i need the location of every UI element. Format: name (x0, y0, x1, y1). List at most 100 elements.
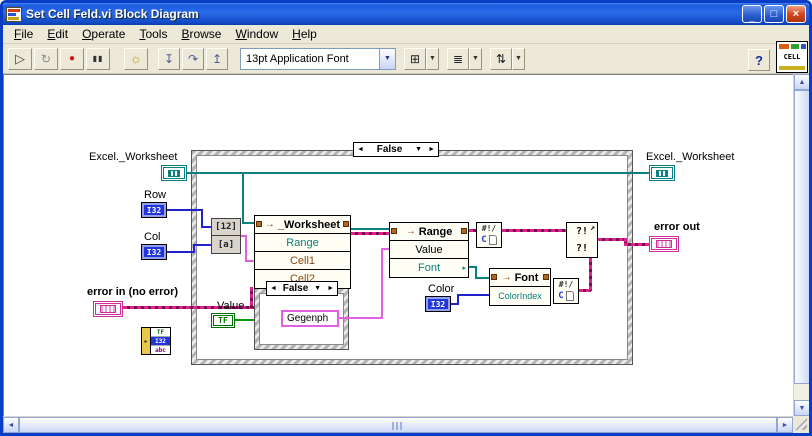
error-cluster-node[interactable]: ▸ TF I32 abc (141, 327, 171, 355)
font-selector-value[interactable]: 13pt Application Font (240, 47, 380, 70)
wire-value-boolean[interactable] (235, 319, 254, 321)
wire-error[interactable] (469, 229, 476, 232)
invoke-row-range[interactable]: Range (255, 234, 350, 252)
property-node-range[interactable]: → Range Value Font ▸ (389, 222, 469, 278)
font-selector-dropdown-icon[interactable]: ▼ (380, 47, 396, 70)
property-node-font[interactable]: → Font ColorIndex (489, 268, 551, 306)
titlebar[interactable]: Set Cell Feld.vi Block Diagram _ □ × (3, 3, 809, 25)
case-prev-icon[interactable]: ◄ (354, 146, 367, 153)
run-continuous-button[interactable]: ↻ (34, 47, 58, 70)
reorder-dropdown[interactable]: ⇅ ▼ (490, 47, 525, 70)
wire-value-string[interactable] (339, 317, 383, 319)
wire-color[interactable] (457, 294, 491, 296)
property-node-header[interactable]: → Range (390, 223, 468, 241)
scroll-left-button[interactable]: ◄ (3, 417, 19, 433)
maximize-button[interactable]: □ (764, 5, 784, 23)
step-out-button[interactable]: ↥ (206, 47, 228, 70)
wire-row[interactable] (167, 209, 203, 211)
property-row-colorindex[interactable]: ColorIndex (490, 287, 550, 305)
wire-error[interactable] (250, 287, 253, 309)
step-over-icon: ↷ (187, 51, 199, 66)
vertical-scrollbar-thumb[interactable] (794, 90, 809, 384)
property-node-header[interactable]: → Font (490, 269, 550, 287)
index-convert-node[interactable]: [12] [a] (211, 218, 241, 254)
menu-browse[interactable]: Browse (174, 25, 228, 43)
wire-color[interactable] (457, 295, 459, 305)
distribute-objects-button[interactable]: ≣ (447, 47, 469, 70)
font-selector[interactable]: 13pt Application Font ▼ (240, 47, 396, 70)
string-constant[interactable]: Gegenph (281, 310, 339, 327)
wire-col[interactable] (193, 244, 213, 246)
scroll-up-button[interactable]: ▲ (794, 74, 809, 90)
variant-convert-node[interactable]: #!/ C (476, 222, 502, 248)
case-next-icon[interactable]: ► (425, 146, 438, 153)
minimize-button[interactable]: _ (742, 5, 762, 23)
col-terminal[interactable]: I32 (141, 244, 167, 260)
horizontal-scrollbar[interactable]: ◄ ► (3, 416, 793, 433)
color-terminal[interactable]: I32 (425, 296, 451, 312)
property-row-value[interactable]: Value (390, 241, 468, 259)
wire-cell-string[interactable] (245, 235, 247, 262)
highlight-execution-button[interactable]: ☼ (124, 47, 148, 70)
reorder-dropdown-icon[interactable]: ▼ (512, 47, 525, 70)
vi-icon[interactable]: CELL (776, 41, 808, 73)
scroll-down-button[interactable]: ▼ (794, 400, 809, 416)
reorder-icon: ⇅ (495, 51, 507, 66)
invoke-node-worksheet[interactable]: → _Worksheet Range Cell1 Cell2 (254, 215, 351, 289)
wire-error[interactable] (589, 258, 592, 291)
block-diagram-canvas[interactable]: ◄ False ▼ ► ◄ False ▼ ► Excel._Worksheet… (3, 74, 793, 416)
vertical-scrollbar[interactable]: ▲ ▼ (793, 74, 809, 416)
align-objects-button[interactable]: ⊞ (404, 47, 426, 70)
wire-error[interactable] (351, 232, 389, 235)
align-dropdown-icon[interactable]: ▼ (426, 47, 439, 70)
menu-edit[interactable]: Edit (40, 25, 75, 43)
wire-error[interactable] (598, 238, 626, 241)
step-over-button[interactable]: ↷ (182, 47, 204, 70)
error-in-terminal[interactable] (93, 301, 123, 317)
menu-window[interactable]: Window (228, 25, 285, 43)
error-out-terminal[interactable] (649, 236, 679, 252)
case-selector-inner[interactable]: ◄ False ▼ ► (266, 281, 338, 296)
menu-file[interactable]: File (7, 25, 40, 43)
close-button[interactable]: × (786, 5, 806, 23)
bundle-arrow-icon: ▸ (142, 328, 151, 354)
wire-worksheet-refnum[interactable] (242, 172, 244, 224)
distribute-dropdown-icon[interactable]: ▼ (469, 47, 482, 70)
property-row-font[interactable]: Font ▸ (390, 259, 468, 277)
wire-value-string[interactable] (381, 248, 383, 319)
excel-worksheet-left-terminal[interactable] (161, 165, 187, 181)
case-selector-outer[interactable]: ◄ False ▼ ► (353, 142, 439, 157)
scroll-right-button[interactable]: ► (777, 417, 793, 433)
variant-convert-node[interactable]: #!/ C (553, 278, 579, 304)
menu-tools[interactable]: Tools (132, 25, 174, 43)
reorder-button[interactable]: ⇅ (490, 47, 512, 70)
value-terminal[interactable]: TF (211, 313, 235, 328)
distribute-objects-dropdown[interactable]: ≣ ▼ (447, 47, 482, 70)
horizontal-scrollbar-thumb[interactable] (19, 417, 777, 433)
resize-grip[interactable] (793, 416, 809, 432)
run-button[interactable]: ▷ (8, 47, 32, 70)
case-dropdown-icon[interactable]: ▼ (412, 146, 425, 153)
merge-errors-node[interactable]: ?! ↗ ?! (566, 222, 598, 258)
case-next-icon[interactable]: ► (324, 285, 337, 292)
refnum-glyph-icon (168, 169, 180, 177)
case-prev-icon[interactable]: ◄ (267, 285, 280, 292)
case-dropdown-icon[interactable]: ▼ (311, 285, 324, 292)
menu-operate[interactable]: Operate (75, 25, 132, 43)
invoke-row-cell1[interactable]: Cell1 (255, 252, 350, 270)
align-objects-dropdown[interactable]: ⊞ ▼ (404, 47, 439, 70)
wire-error[interactable] (624, 243, 651, 246)
pause-button[interactable]: ▮▮ (86, 47, 110, 70)
excel-worksheet-right-terminal[interactable] (649, 165, 675, 181)
abort-button[interactable]: ● (60, 47, 84, 70)
wire-error[interactable] (502, 229, 566, 232)
invoke-node-header[interactable]: → _Worksheet (255, 216, 350, 234)
wire-worksheet-refnum[interactable] (187, 172, 649, 174)
wire-range-refnum[interactable] (351, 228, 389, 230)
context-help-button[interactable]: ? (748, 49, 770, 71)
row-terminal[interactable]: I32 (141, 202, 167, 218)
misc-row-tf: TF (151, 328, 170, 337)
menu-help[interactable]: Help (285, 25, 324, 43)
step-into-button[interactable]: ↧ (158, 47, 180, 70)
wire-col[interactable] (167, 251, 195, 253)
